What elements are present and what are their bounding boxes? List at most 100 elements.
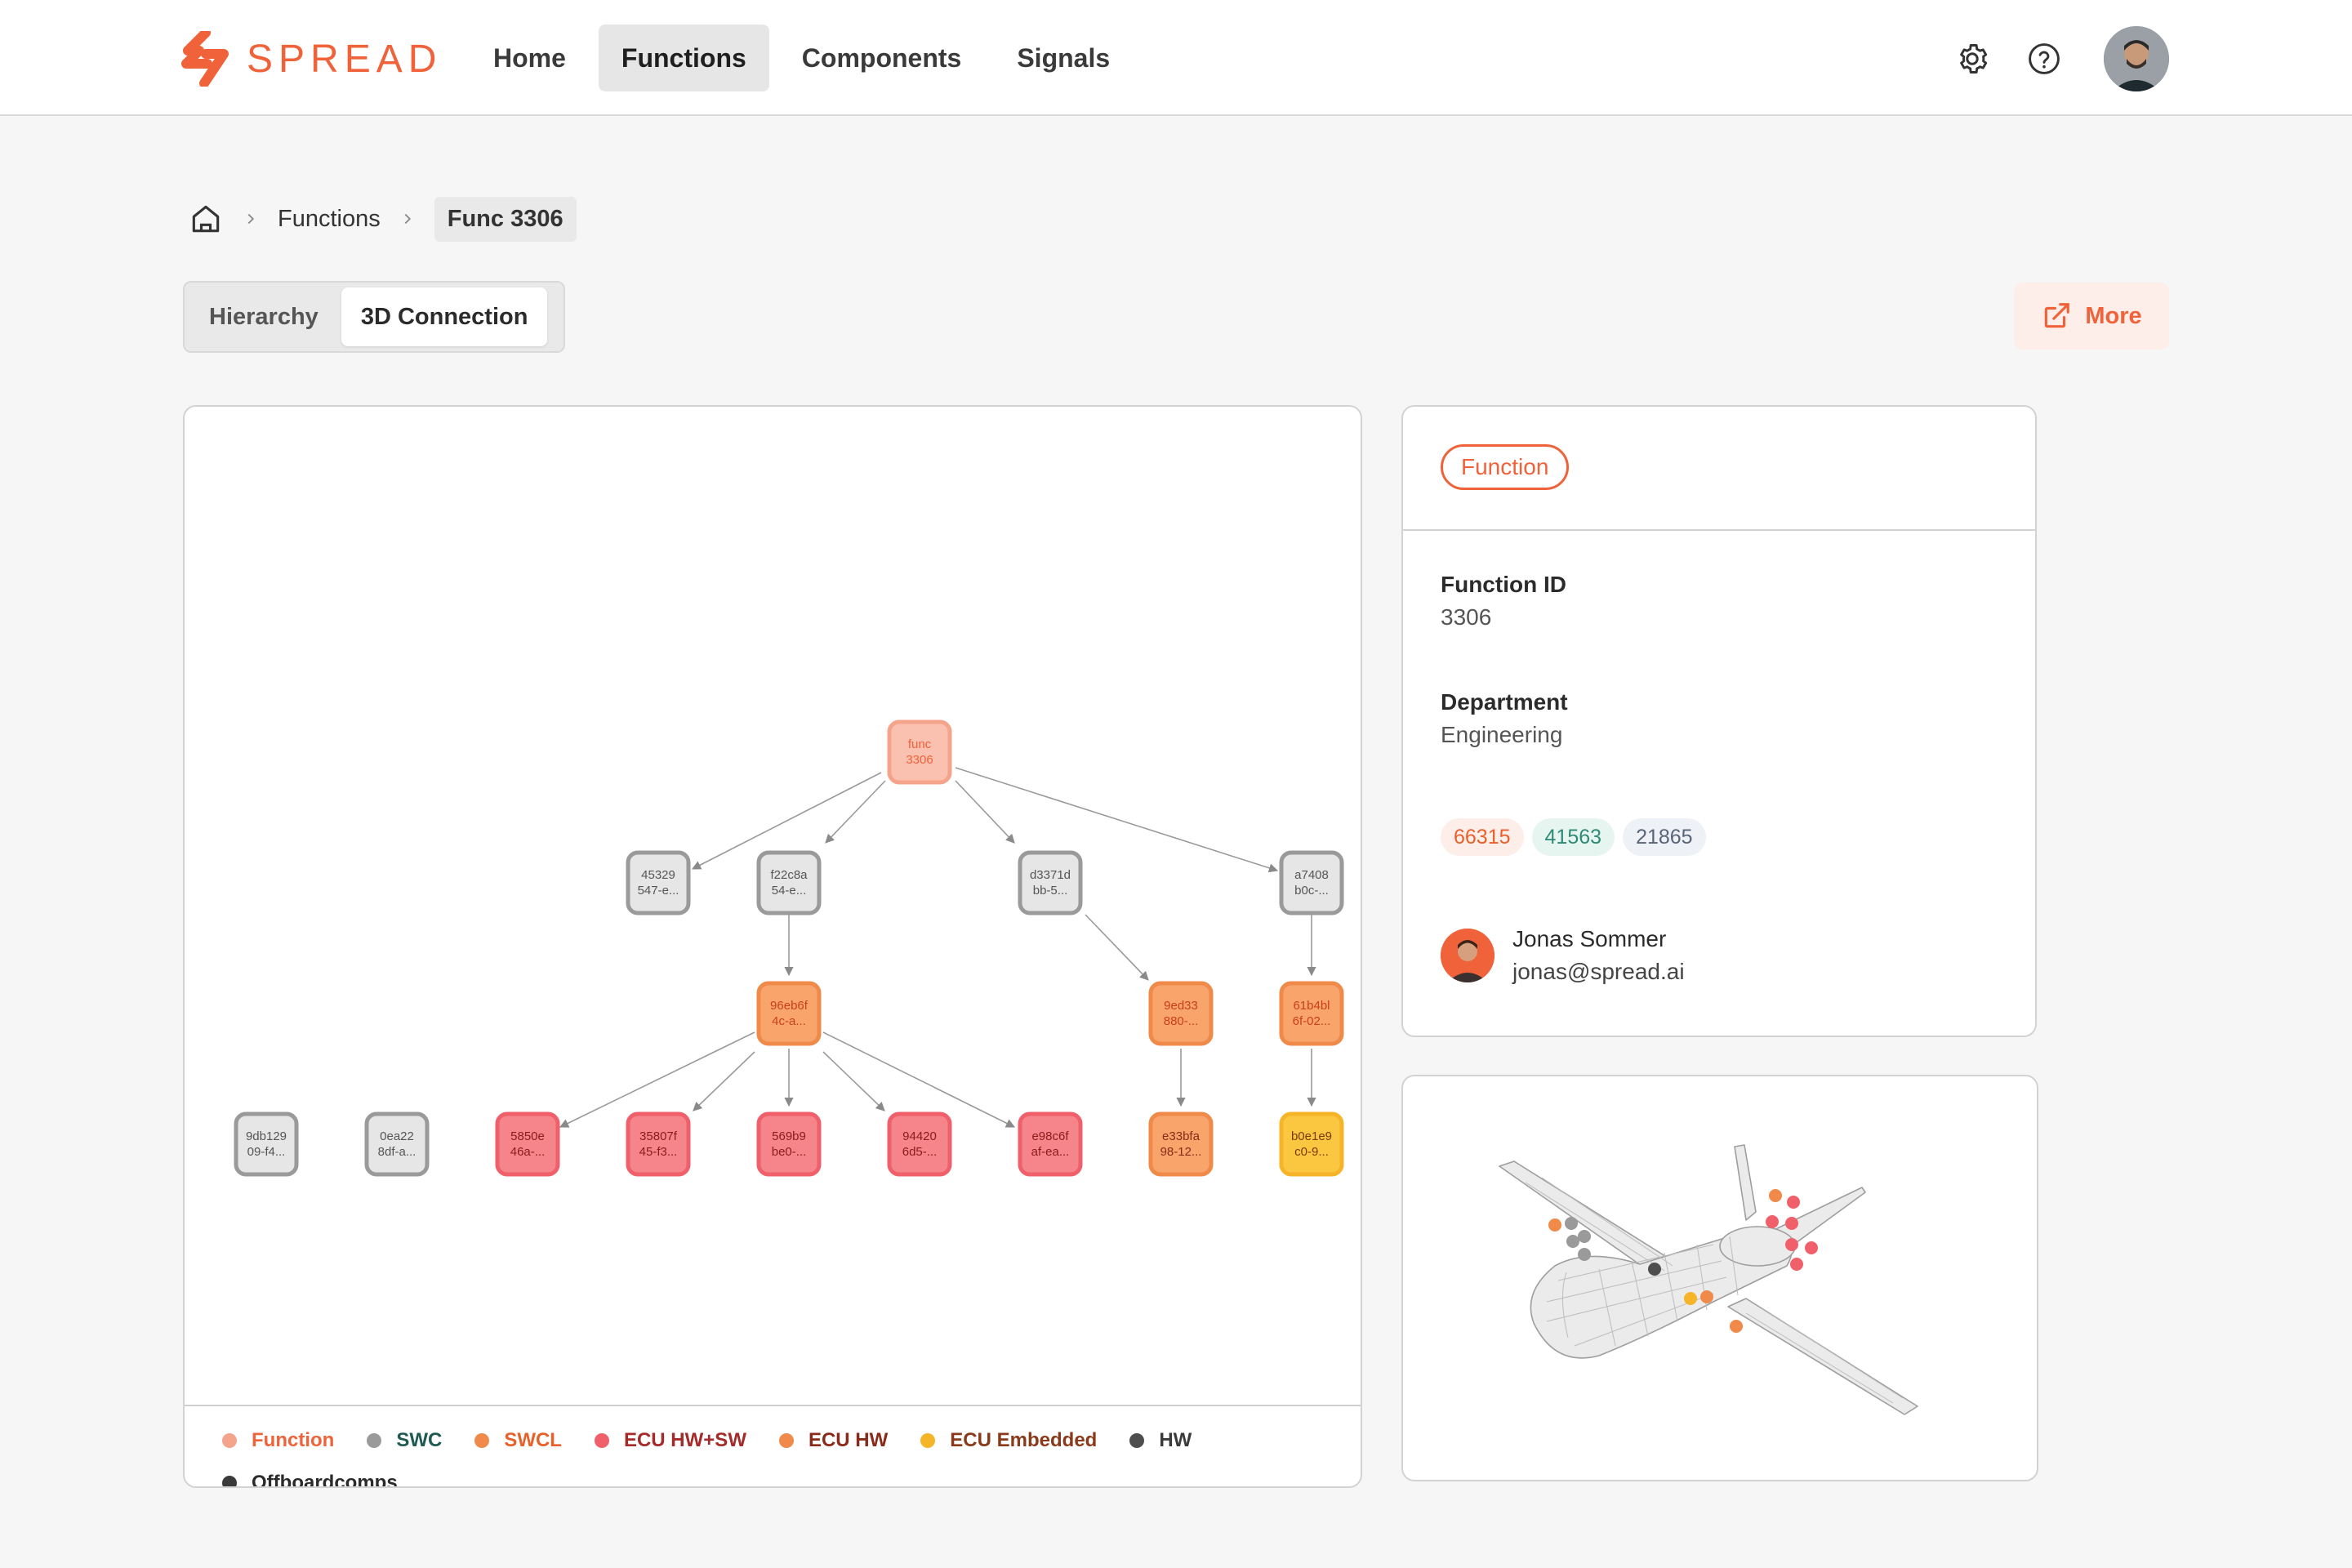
legend-label: Function <box>252 1429 335 1451</box>
legend-label: ECU HW+SW <box>623 1429 746 1451</box>
svg-text:6d5-...: 6d5-... <box>902 1145 938 1159</box>
legend-dot <box>222 1433 237 1448</box>
svg-text:be0-...: be0-... <box>772 1145 807 1159</box>
function-id-label: Function ID <box>1441 572 1566 597</box>
tag[interactable]: 21865 <box>1623 818 1706 856</box>
svg-text:8df-a...: 8df-a... <box>378 1145 416 1159</box>
graph-node-swcl[interactable]: 61b4bl 6f-02... <box>1279 981 1344 1046</box>
svg-text:547-e...: 547-e... <box>638 884 679 898</box>
graph-edges <box>559 767 1316 1128</box>
svg-text:98-12...: 98-12... <box>1160 1145 1202 1159</box>
svg-text:6f-02...: 6f-02... <box>1293 1014 1331 1028</box>
svg-text:46a-...: 46a-... <box>510 1145 546 1159</box>
legend-ecu-embedded[interactable]: ECU Embedded <box>920 1429 1097 1452</box>
graph-node-ecu-hw[interactable]: e33bfa 98-12... <box>1148 1111 1214 1177</box>
svg-text:569b9: 569b9 <box>772 1129 806 1143</box>
graph-node-swc[interactable]: d3371d bb-5... <box>1018 850 1083 915</box>
svg-text:94420: 94420 <box>902 1129 937 1143</box>
graph-node-ecu-hw-sw[interactable]: 94420 6d5-... <box>887 1111 952 1177</box>
legend-dot <box>222 1476 237 1486</box>
aircraft-model[interactable] <box>1403 1076 2038 1481</box>
svg-text:f22c8a: f22c8a <box>770 868 808 882</box>
breadcrumb-functions[interactable]: Functions <box>278 206 381 233</box>
legend-dot <box>474 1433 490 1448</box>
legend-dot <box>367 1433 382 1448</box>
svg-text:45329: 45329 <box>641 868 675 882</box>
tag-list: 66315 41563 21865 <box>1441 818 1706 856</box>
owner-avatar <box>1441 929 1494 982</box>
function-details-panel: Function Function ID 3306 Department Eng… <box>1401 405 2037 1037</box>
graph-node-ecu-hw-sw[interactable]: 5850e 46a-... <box>495 1111 560 1177</box>
legend-label: ECU Embedded <box>950 1429 1098 1451</box>
svg-text:61b4bl: 61b4bl <box>1293 999 1330 1013</box>
graph-node-swc[interactable]: a7408 b0c-... <box>1279 850 1344 915</box>
tab-3d-connection[interactable]: 3D Connection <box>341 287 548 346</box>
graph-node-function[interactable]: func 3306 <box>887 719 952 785</box>
legend-swc[interactable]: SWC <box>367 1429 442 1452</box>
svg-text:35807f: 35807f <box>639 1129 678 1143</box>
external-link-icon <box>2045 303 2070 328</box>
svg-text:54-e...: 54-e... <box>772 884 807 898</box>
tag[interactable]: 66315 <box>1441 818 1524 856</box>
legend-dot <box>920 1433 936 1448</box>
graph-node-swcl[interactable]: 9ed33 880-... <box>1148 981 1214 1046</box>
department-label: Department <box>1441 689 1568 715</box>
legend-dot <box>778 1433 794 1448</box>
svg-text:b0c-...: b0c-... <box>1294 884 1329 898</box>
svg-text:c0-9...: c0-9... <box>1294 1145 1329 1159</box>
legend-swcl[interactable]: SWCL <box>474 1429 562 1452</box>
svg-text:96eb6f: 96eb6f <box>770 999 808 1013</box>
legend-label: SWC <box>396 1429 443 1451</box>
gear-icon[interactable] <box>1954 41 1990 77</box>
svg-text:bb-5...: bb-5... <box>1033 884 1068 898</box>
connection-graph-panel: func 3306 45329 547-e... f22c8a 54-e... … <box>183 405 1362 1488</box>
graph-node-ecu-embedded[interactable]: b0e1e9 c0-9... <box>1279 1111 1344 1177</box>
nav-signals[interactable]: Signals <box>994 24 1133 91</box>
nav-functions[interactable]: Functions <box>598 24 769 91</box>
graph-legend: Function SWC SWCL ECU HW+SW ECU HW ECU E… <box>185 1405 1361 1486</box>
graph-node-swc[interactable]: 45329 547-e... <box>626 850 691 915</box>
svg-text:9ed33: 9ed33 <box>1164 999 1198 1013</box>
graph-node-swc[interactable]: 9db129 09-f4... <box>234 1111 299 1177</box>
owner-email[interactable]: jonas@spread.ai <box>1512 956 1685 988</box>
user-avatar[interactable] <box>2104 26 2169 91</box>
owner-name: Jonas Sommer <box>1512 926 1667 951</box>
owner-card[interactable]: Jonas Sommer jonas@spread.ai <box>1441 923 1685 988</box>
home-icon[interactable] <box>188 201 224 237</box>
svg-text:9db129: 9db129 <box>246 1129 287 1143</box>
svg-text:880-...: 880-... <box>1164 1014 1199 1028</box>
connection-graph[interactable]: func 3306 45329 547-e... f22c8a 54-e... … <box>185 407 1362 1405</box>
graph-node-ecu-hw-sw[interactable]: e98c6f af-ea... <box>1018 1111 1083 1177</box>
aircraft-3d-viewer[interactable] <box>1401 1075 2038 1481</box>
graph-node-swcl[interactable]: 96eb6f 4c-a... <box>756 981 822 1046</box>
legend-ecu-hw[interactable]: ECU HW <box>778 1429 888 1452</box>
svg-text:09-f4...: 09-f4... <box>247 1145 286 1159</box>
legend-function[interactable]: Function <box>222 1429 334 1452</box>
tab-hierarchy[interactable]: Hierarchy <box>189 287 338 346</box>
spread-logo[interactable]: SPREAD <box>181 31 442 87</box>
chevron-right-icon <box>399 210 416 228</box>
nav-components[interactable]: Components <box>779 24 985 91</box>
graph-node-swc[interactable]: f22c8a 54-e... <box>756 850 822 915</box>
legend-hw[interactable]: HW <box>1129 1429 1192 1452</box>
tag[interactable]: 41563 <box>1531 818 1615 856</box>
svg-text:45-f3...: 45-f3... <box>639 1145 678 1159</box>
main-nav: Home Functions Components Signals <box>470 24 1133 91</box>
function-id-value: 3306 <box>1441 604 1492 630</box>
legend-ecu-hw-sw[interactable]: ECU HW+SW <box>594 1429 746 1452</box>
svg-text:d3371d: d3371d <box>1030 868 1071 882</box>
svg-text:func: func <box>908 737 932 751</box>
legend-offboardcomps[interactable]: Offboardcomps <box>222 1472 398 1486</box>
view-switcher: Hierarchy 3D Connection <box>183 281 565 353</box>
help-circle-icon[interactable] <box>2026 41 2062 77</box>
graph-node-ecu-hw-sw[interactable]: 569b9 be0-... <box>756 1111 822 1177</box>
type-badge: Function <box>1441 444 1570 490</box>
nav-home[interactable]: Home <box>470 24 589 91</box>
user-avatar-image <box>2104 26 2169 91</box>
more-button-label: More <box>2085 302 2142 329</box>
brand-name: SPREAD <box>247 37 443 81</box>
graph-node-swc[interactable]: 0ea22 8df-a... <box>364 1111 430 1177</box>
divider <box>1403 529 2035 531</box>
graph-node-ecu-hw-sw[interactable]: 35807f 45-f3... <box>626 1111 691 1177</box>
more-button[interactable]: More <box>2014 283 2169 350</box>
